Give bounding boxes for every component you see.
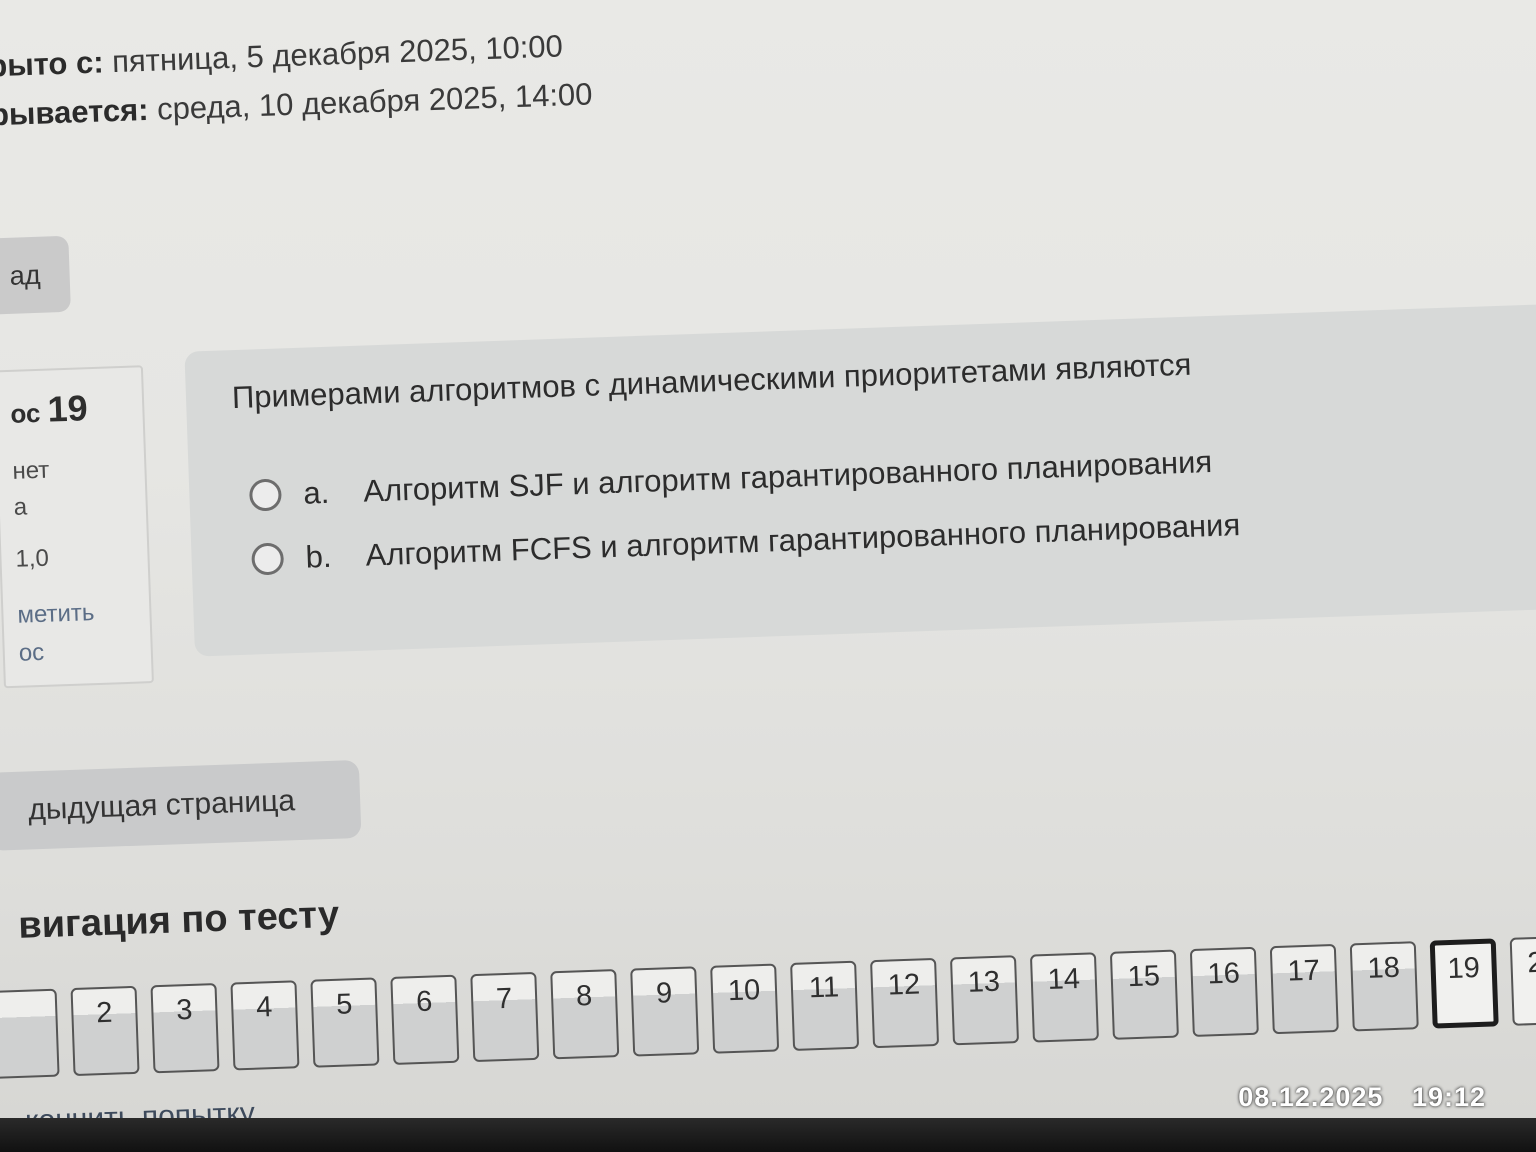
nav-question-3[interactable]: 3 [150,983,220,1074]
opened-line: рыто с: пятница, 5 декабря 2025, 10:00 [0,28,563,84]
flag-question-link[interactable]: метить [17,599,95,630]
question-points: 1,0 [15,544,50,573]
previous-page-button[interactable]: дыдущая страница [0,759,362,851]
answer-option-b[interactable]: b. Алгоритм FCFS и алгоритм гарантирован… [251,507,1241,577]
nav-question-1[interactable] [0,988,60,1079]
nav-question-8[interactable]: 8 [550,969,620,1060]
timestamp-date: 08.12.2025 [1238,1082,1384,1112]
nav-question-11[interactable]: 11 [790,960,860,1051]
nav-question-17[interactable]: 17 [1269,943,1339,1035]
nav-question-19-current[interactable]: 19 [1429,938,1499,1029]
nav-question-12[interactable]: 12 [870,957,940,1049]
option-letter: a. [302,474,330,511]
option-text[interactable]: Алгоритм FCFS и алгоритм гарантированног… [365,507,1241,574]
question-number: ос 19 [9,387,89,430]
nav-question-2[interactable]: 2 [70,985,140,1077]
nav-question-15[interactable]: 15 [1109,949,1179,1040]
nav-question-16[interactable]: 16 [1189,946,1259,1037]
quiz-navigation-title: вигация по тесту [17,893,340,947]
question-status-line2: а [13,493,28,521]
screen-content: рыто с: пятница, 5 декабря 2025, 10:00 р… [0,0,1536,1151]
question-info-box: ос 19 нет а 1,0 метить ос [0,365,154,689]
question-text: Примерами алгоритмов с динамическими при… [231,346,1192,416]
quiz-page: рыто с: пятница, 5 декабря 2025, 10:00 р… [0,0,1536,1152]
closes-value: среда, 10 декабря 2025, 14:00 [156,76,594,127]
question-status: нет [11,456,50,485]
flag-question-link-line2[interactable]: ос [18,639,44,668]
closes-line: рывается: среда, 10 декабря 2025, 14:00 [0,76,593,133]
nav-question-5[interactable]: 5 [310,977,380,1068]
nav-question-7[interactable]: 7 [470,971,540,1063]
closes-label: рывается: [0,91,150,133]
nav-question-18[interactable]: 18 [1349,941,1419,1032]
radio-button-a[interactable] [248,478,282,512]
photo-timestamp: 08.12.2025 19:12 [1238,1082,1486,1113]
opened-value: пятница, 5 декабря 2025, 10:00 [111,28,564,80]
timestamp-time: 19:12 [1411,1082,1486,1112]
nav-question-14[interactable]: 14 [1029,952,1099,1043]
question-panel: Примерами алгоритмов с динамическими при… [184,302,1536,657]
quiz-navigation-grid: 2 3 4 5 6 7 8 9 10 11 12 13 14 15 16 17 … [0,935,1536,1091]
nav-question-10[interactable]: 10 [710,963,780,1054]
nav-question-4[interactable]: 4 [230,980,300,1071]
answer-option-a[interactable]: a. Алгоритм SJF и алгоритм гарантированн… [248,444,1213,514]
radio-button-b[interactable] [251,542,285,576]
option-text[interactable]: Алгоритм SJF и алгоритм гарантированного… [363,444,1213,510]
option-letter: b. [305,538,333,575]
nav-question-20[interactable]: 20 [1509,935,1536,1026]
opened-label: рыто с: [0,44,105,84]
nav-question-6[interactable]: 6 [390,974,460,1065]
nav-question-9[interactable]: 9 [630,966,700,1057]
nav-question-13[interactable]: 13 [949,955,1020,1046]
monitor-bezel [0,1118,1536,1152]
back-button[interactable]: ад [0,235,71,316]
